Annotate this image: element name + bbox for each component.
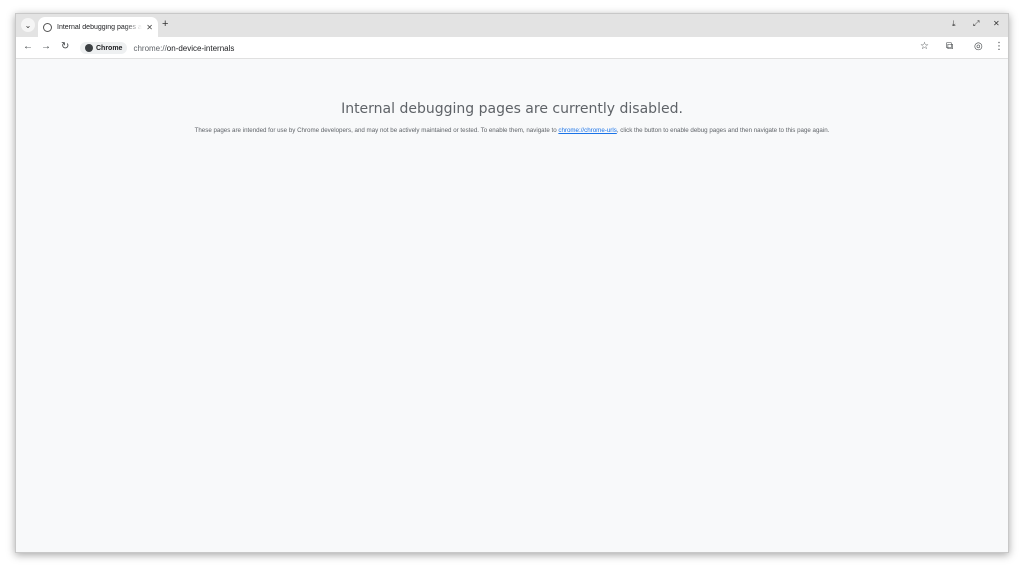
site-info-chip[interactable]: Chrome <box>80 42 128 54</box>
tab-strip: ⌄ Internal debugging pages are currently… <box>16 14 1008 37</box>
site-info-label: Chrome <box>96 44 123 52</box>
chrome-logo-icon <box>85 44 93 52</box>
page-content: Internal debugging pages are currently d… <box>16 60 1008 552</box>
minimize-icon[interactable]: ⤓ <box>952 19 956 29</box>
bookmark-star-icon[interactable]: ☆ <box>920 41 929 53</box>
page-title: Internal debugging pages are currently d… <box>341 101 683 117</box>
tab-active[interactable]: Internal debugging pages are currently d… <box>38 17 158 37</box>
url-scheme: chrome:// <box>133 43 167 53</box>
browser-window: ⌄ Internal debugging pages are currently… <box>15 13 1009 553</box>
tab-title: Internal debugging pages are currently d… <box>57 23 142 31</box>
maximize-icon[interactable]: ⤢ <box>973 19 979 29</box>
address-text[interactable]: chrome://on-device-internals <box>133 44 234 53</box>
url-path: on-device-internals <box>166 43 235 53</box>
back-icon[interactable]: ← <box>23 41 33 53</box>
new-tab-button[interactable]: + <box>162 18 168 30</box>
forward-icon[interactable]: → <box>41 41 51 53</box>
reload-icon[interactable]: ↻ <box>61 41 69 53</box>
tab-search-button[interactable]: ⌄ <box>21 18 35 32</box>
toolbar: ← → ↻ Chrome chrome://on-device-internal… <box>16 37 1008 59</box>
desc-text-before: These pages are intended for use by Chro… <box>194 127 559 134</box>
chevron-down-icon: ⌄ <box>24 20 32 30</box>
globe-icon <box>43 22 52 32</box>
profile-icon[interactable]: ◎ <box>974 41 983 53</box>
tab-close-icon[interactable]: ✕ <box>146 23 153 32</box>
page-description: These pages are intended for use by Chro… <box>16 127 1008 134</box>
chrome-urls-link[interactable]: chrome://chrome-urls <box>558 127 616 134</box>
menu-icon[interactable]: ⋮ <box>994 41 1004 53</box>
omnibox[interactable]: Chrome chrome://on-device-internals <box>79 40 939 56</box>
desc-text-after: , click the button to enable debug pages… <box>616 127 830 134</box>
close-window-icon[interactable]: ✕ <box>993 19 1000 28</box>
extensions-icon[interactable]: ⧉ <box>946 41 953 53</box>
